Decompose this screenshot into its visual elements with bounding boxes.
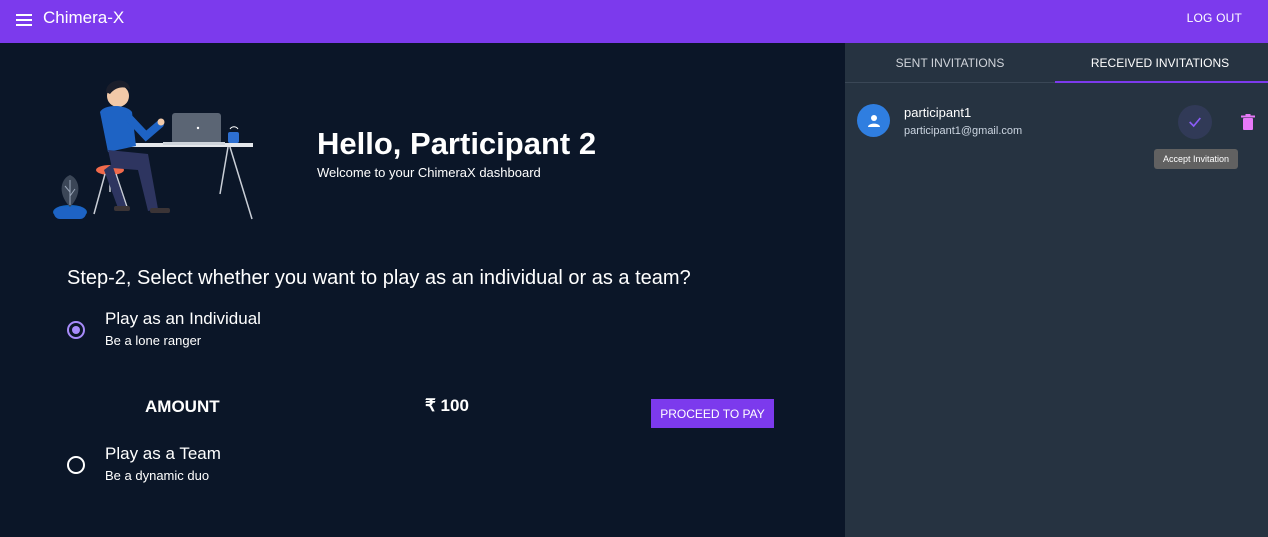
invitations-panel: SENT INVITATIONS RECEIVED INVITATIONS pa… (845, 43, 1268, 537)
page-subtitle: Welcome to your ChimeraX dashboard (317, 165, 541, 180)
amount-row: AMOUNT ₹ 100 PROCEED TO PAY (145, 396, 775, 428)
radio-team[interactable] (67, 456, 85, 474)
greeting: Hello, Participant 2 Welcome to your Chi… (317, 125, 596, 180)
delete-invitation-button[interactable] (1238, 111, 1258, 133)
menu-icon[interactable] (16, 9, 38, 31)
page-title: Hello, Participant 2 (317, 126, 597, 161)
option-team[interactable]: Play as a Team Be a dynamic duo (67, 443, 221, 483)
step-question: Step-2, Select whether you want to play … (67, 267, 691, 289)
amount-value: ₹ 100 (425, 396, 469, 415)
desk-illustration (53, 80, 253, 220)
option-individual-sub: Be a lone ranger (105, 333, 202, 348)
tab-indicator (1055, 81, 1268, 83)
invitation-tabs: SENT INVITATIONS RECEIVED INVITATIONS (845, 43, 1268, 83)
amount-label: AMOUNT (145, 397, 220, 416)
tab-received-invitations[interactable]: RECEIVED INVITATIONS (1055, 43, 1265, 83)
accept-invitation-button[interactable] (1178, 105, 1212, 139)
radio-individual[interactable] (67, 321, 85, 339)
tab-sent-invitations[interactable]: SENT INVITATIONS (845, 43, 1055, 83)
proceed-to-pay-button[interactable]: PROCEED TO PAY (651, 399, 774, 428)
avatar (857, 104, 890, 137)
invitation-email: participant1@gmail.com (904, 125, 1023, 137)
logout-button[interactable]: LOG OUT (1179, 7, 1250, 29)
list-item: participant1 participant1@gmail.com (857, 103, 1257, 147)
option-individual-label: Play as an Individual (105, 309, 261, 328)
option-individual[interactable]: Play as an Individual Be a lone ranger (67, 308, 261, 348)
user-icon (867, 114, 880, 127)
trash-icon (1241, 114, 1255, 130)
option-team-sub: Be a dynamic duo (105, 468, 210, 483)
app-title: Chimera-X (43, 8, 125, 27)
option-team-label: Play as a Team (105, 444, 221, 463)
invitation-name: participant1 (904, 105, 972, 120)
check-icon (1189, 117, 1201, 128)
app-bar: Chimera-X LOG OUT (0, 0, 1268, 43)
accept-invitation-tooltip: Accept Invitation (1154, 149, 1238, 169)
